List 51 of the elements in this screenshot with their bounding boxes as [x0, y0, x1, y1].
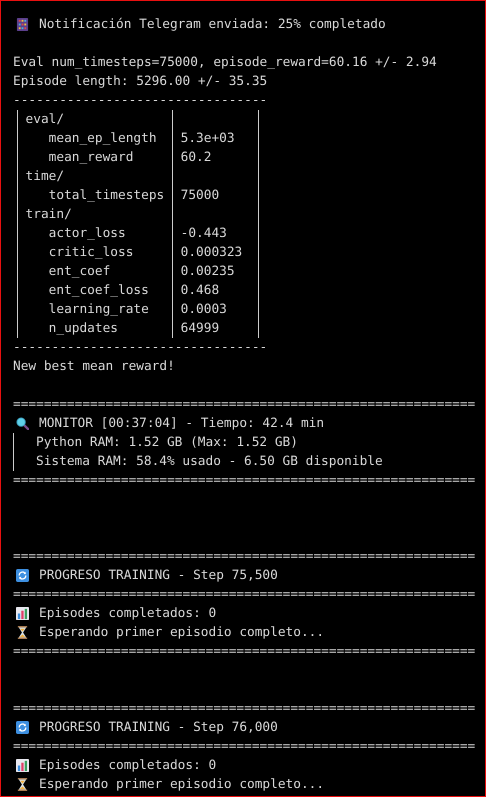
- table-section: eval/: [26, 112, 64, 127]
- log-line: Sistema RAM: 58.4% usado - 6.50 GB disponible: [36, 454, 383, 469]
- metric-value: 64999: [180, 321, 220, 336]
- log-line: PROGRESO TRAINING - Step 76,000: [39, 719, 278, 737]
- bar-chart-icon: [16, 759, 29, 772]
- search-icon: [16, 417, 29, 430]
- separator-line: ============================================================: [13, 701, 476, 716]
- log-line: PROGRESO TRAINING - Step 75,500: [39, 567, 278, 585]
- metric-name: ent_coef_loss: [48, 283, 149, 298]
- metric-name: total_timesteps: [48, 188, 164, 203]
- separator-line: ============================================================: [13, 549, 476, 564]
- table-section: time/: [26, 169, 64, 184]
- log-line: Episode length: 5296.00 +/- 35.35: [13, 74, 268, 89]
- log-line: New best mean reward!: [13, 359, 175, 374]
- table-section: train/: [26, 207, 72, 222]
- log-line: Python RAM: 1.52 GB (Max: 1.52 GB): [36, 435, 298, 450]
- hourglass-icon: [16, 778, 29, 791]
- separator-line: ---------------------------------: [13, 340, 268, 355]
- log-line: Notificación Telegram enviada: 25% completado: [39, 16, 386, 34]
- metric-name: actor_loss: [48, 226, 126, 241]
- separator-line: ============================================================: [13, 644, 476, 659]
- metric-value: 0.00235: [180, 264, 235, 279]
- metric-name: learning_rate: [48, 302, 149, 317]
- metric-name: mean_ep_length: [48, 131, 157, 146]
- abacus-icon: [16, 18, 29, 31]
- separator-line: ============================================================: [13, 587, 476, 602]
- refresh-icon: [16, 721, 29, 734]
- separator-line: ============================================================: [13, 473, 476, 488]
- log-line: Esperando primer episodio completo...: [39, 624, 324, 642]
- log-line: MONITOR [00:37:04] - Tiempo: 42.4 min: [39, 415, 324, 433]
- metric-value: 5.3e+03: [180, 131, 235, 146]
- separator-line: ============================================================: [13, 397, 476, 412]
- separator-line: ============================================================: [13, 739, 476, 754]
- metric-value: 0.0003: [180, 302, 227, 317]
- log-line: Episodes completados: 0: [39, 605, 216, 623]
- metric-value: 0.468: [180, 283, 220, 298]
- bar-chart-icon: [16, 607, 29, 620]
- metric-value: 75000: [180, 188, 220, 203]
- log-line: Esperando primer episodio completo...: [39, 776, 324, 794]
- log-line: Eval num_timesteps=75000, episode_reward=60.16 +/- 2.94: [13, 55, 437, 70]
- metric-name: critic_loss: [48, 245, 134, 260]
- metric-name: ent_coef: [48, 264, 110, 279]
- metric-value: 60.2: [180, 150, 212, 165]
- refresh-icon: [16, 569, 29, 582]
- log-line: Episodes completados: 0: [39, 757, 216, 775]
- hourglass-icon: [16, 626, 29, 639]
- metric-value: -0.443: [180, 226, 227, 241]
- separator-line: ---------------------------------: [13, 93, 268, 108]
- metric-name: n_updates: [48, 321, 118, 336]
- metric-value: 0.000323: [180, 245, 242, 260]
- metric-name: mean_reward: [48, 150, 134, 165]
